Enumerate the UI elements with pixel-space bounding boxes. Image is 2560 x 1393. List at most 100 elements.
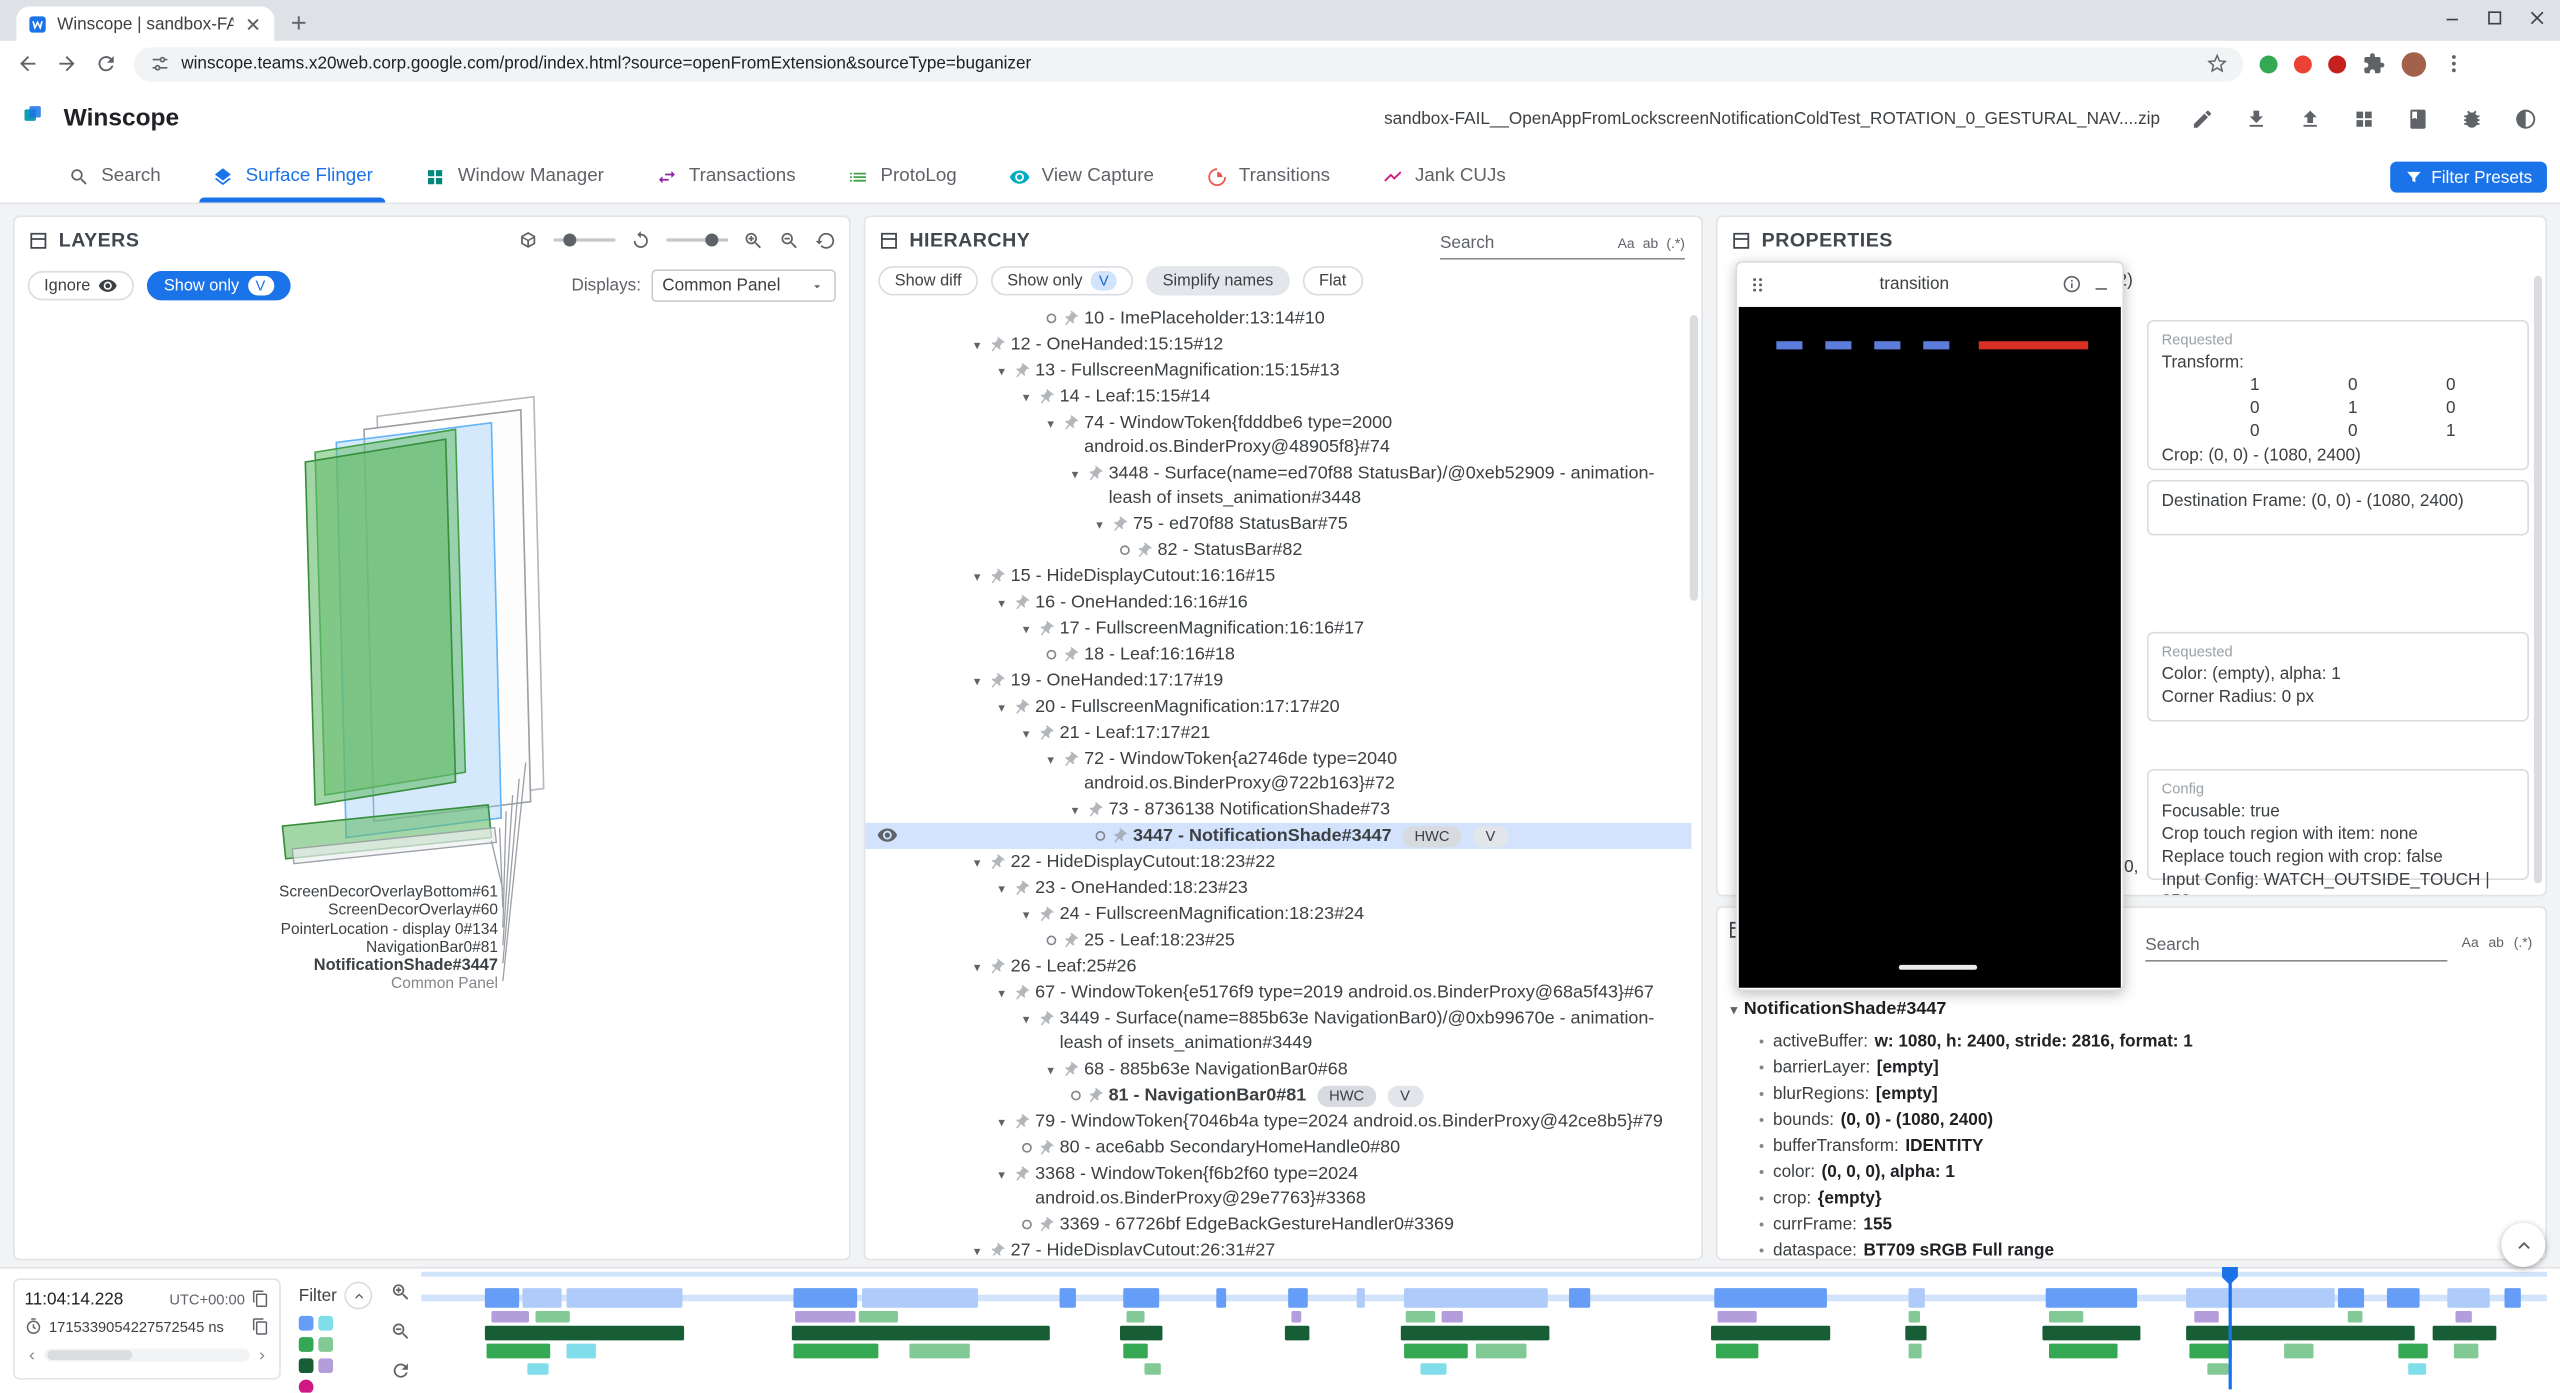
3d-view-icon[interactable] [518, 229, 539, 250]
zoom-out-icon[interactable] [779, 229, 800, 250]
maximize-icon[interactable] [2485, 8, 2505, 28]
layer-label[interactable]: PointerLocation - display 0#134 [15, 921, 498, 939]
pin-icon[interactable] [1033, 1135, 1058, 1160]
timeline-segment[interactable] [1059, 1288, 1076, 1308]
timeline-segment[interactable] [1144, 1363, 1161, 1374]
pin-icon[interactable] [984, 332, 1009, 357]
reset-zoom-icon[interactable] [390, 1360, 411, 1381]
timeline-segment[interactable] [485, 1288, 519, 1308]
docs-icon[interactable] [2407, 107, 2430, 130]
regex-icon[interactable]: (.*) [2514, 934, 2533, 950]
tree-node[interactable]: 81 - NavigationBar0#81HWCV [865, 1082, 1691, 1108]
timeline-segment[interactable] [566, 1344, 596, 1359]
tree-node[interactable]: ▾26 - Leaf:25#26 [865, 953, 1691, 979]
timeline-segment[interactable] [487, 1344, 551, 1359]
address-bar[interactable]: winscope.teams.x20web.corp.google.com/pr… [134, 47, 2243, 81]
rotation-slider[interactable] [666, 238, 728, 241]
layers-3d-view[interactable]: ScreenDecorOverlayBottom#61ScreenDecorOv… [15, 309, 851, 1261]
minimize-icon[interactable] [2442, 8, 2462, 28]
timeline-segment[interactable] [1712, 1326, 1831, 1341]
timeline-segment[interactable] [2186, 1288, 2335, 1308]
layer-label[interactable]: ScreenDecorOverlay#60 [15, 901, 498, 919]
pin-icon[interactable] [1009, 590, 1034, 615]
pin-icon[interactable] [1033, 384, 1058, 409]
close-icon[interactable] [2527, 8, 2547, 28]
timeline-segment[interactable] [793, 1288, 857, 1308]
zoom-out-icon[interactable] [390, 1321, 411, 1342]
timeline-segment[interactable] [1442, 1311, 1463, 1322]
timeline-segment[interactable] [1127, 1311, 1144, 1322]
upload-icon[interactable] [2299, 107, 2322, 130]
timeline-segment[interactable] [2456, 1311, 2473, 1322]
pin-icon[interactable] [1033, 902, 1058, 927]
timeline-segment[interactable] [1123, 1344, 1148, 1359]
timeline-segment[interactable] [2190, 1344, 2233, 1359]
browser-menu-icon[interactable] [2442, 52, 2465, 75]
timeline-segment[interactable] [1909, 1311, 1920, 1322]
timeline-segment[interactable] [485, 1326, 685, 1341]
tree-node[interactable]: ▾3368 - WindowToken{f6b2f60 type=2024 an… [865, 1161, 1691, 1212]
back-icon[interactable] [16, 52, 39, 75]
timeline-scrollbar[interactable] [24, 1347, 269, 1363]
layer-label[interactable]: ScreenDecorOverlayBottom#61 [15, 883, 498, 901]
pin-icon[interactable] [1107, 511, 1132, 536]
property-row[interactable]: •activeBuffer:w: 1080, h: 2400, stride: … [1750, 1029, 2535, 1055]
site-info-icon[interactable] [150, 54, 170, 74]
tree-node[interactable]: 82 - StatusBar#82 [865, 537, 1691, 563]
timeline-segment[interactable] [793, 1344, 878, 1359]
property-row[interactable]: •crop:{empty} [1750, 1185, 2535, 1211]
tree-node[interactable]: 10 - ImePlaceholder:13:14#10 [865, 305, 1691, 331]
tree-node[interactable]: ▾23 - OneHanded:18:23#23 [865, 875, 1691, 901]
timeline-segment[interactable] [2283, 1344, 2313, 1359]
profile-avatar[interactable] [2402, 51, 2426, 75]
timeline-segment[interactable] [1716, 1344, 1759, 1359]
info-icon[interactable] [2062, 274, 2082, 294]
spacing-slider[interactable] [553, 238, 615, 241]
hierarchy-search-input[interactable]: Search Aa ab (.*) [1440, 229, 1685, 260]
timeline-segment[interactable] [2447, 1288, 2490, 1308]
nav-tab-protolog[interactable]: ProtoLog [822, 150, 983, 202]
reset-view-icon[interactable] [815, 229, 836, 250]
timeline-segment[interactable] [1403, 1288, 1548, 1308]
zoom-in-icon[interactable] [743, 229, 764, 250]
timeline-segment[interactable] [1718, 1311, 1756, 1322]
pin-icon[interactable] [1009, 1161, 1034, 1186]
pin-icon[interactable] [1033, 1212, 1058, 1237]
match-case-icon[interactable]: Aa [1618, 235, 1635, 251]
timeline-segment[interactable] [795, 1311, 855, 1322]
eye-icon[interactable] [877, 824, 898, 845]
tree-node[interactable]: ▾74 - WindowToken{fdddbe6 type=2000 andr… [865, 410, 1691, 461]
timeline-segment[interactable] [2453, 1344, 2478, 1359]
tree-node[interactable]: ▾24 - FullscreenMagnification:18:23#24 [865, 901, 1691, 927]
reload-icon[interactable] [95, 52, 118, 75]
timeline-segment[interactable] [1288, 1288, 1307, 1308]
trace-type-icon[interactable] [299, 1337, 314, 1352]
timeline-segment[interactable] [528, 1363, 549, 1374]
screenshot-overlay-window[interactable]: transition [1736, 261, 2125, 991]
trace-type-icon[interactable] [299, 1316, 314, 1331]
tree-node[interactable]: ▾67 - WindowToken{e5176f9 type=2019 andr… [865, 980, 1691, 1006]
trace-type-icon[interactable] [299, 1380, 314, 1393]
timeline-segment[interactable] [1123, 1288, 1159, 1308]
tree-node[interactable]: ▾15 - HideDisplayCutout:16:16#15 [865, 563, 1691, 589]
tree-node[interactable]: ▾72 - WindowToken{a2746de type=2040 andr… [865, 746, 1691, 797]
rotation-icon[interactable] [630, 229, 651, 250]
pin-icon[interactable] [1033, 616, 1058, 641]
tree-node[interactable]: ▾73 - 8736138 NotificationShade#73 [865, 797, 1691, 823]
tree-node[interactable]: ▾17 - FullscreenMagnification:16:16#17 [865, 616, 1691, 642]
zoom-in-icon[interactable] [390, 1282, 411, 1303]
timeline-segment[interactable] [861, 1288, 978, 1308]
pin-icon[interactable] [984, 564, 1009, 589]
extension-icon[interactable] [2260, 55, 2278, 73]
pin-icon[interactable] [1131, 538, 1156, 563]
timeline-segment[interactable] [2347, 1311, 2362, 1322]
property-row[interactable]: •barrierLayer:[empty] [1750, 1055, 2535, 1081]
new-tab-button[interactable] [287, 11, 310, 34]
timeline-segment[interactable] [1714, 1288, 1827, 1308]
pin-icon[interactable] [984, 849, 1009, 874]
timeline-segment[interactable] [2339, 1288, 2364, 1308]
dark-mode-icon[interactable] [2514, 107, 2537, 130]
tree-node[interactable]: ▾12 - OneHanded:15:15#12 [865, 331, 1691, 357]
copy-icon[interactable] [251, 1290, 269, 1308]
timeline-segment[interactable] [1569, 1288, 1590, 1308]
